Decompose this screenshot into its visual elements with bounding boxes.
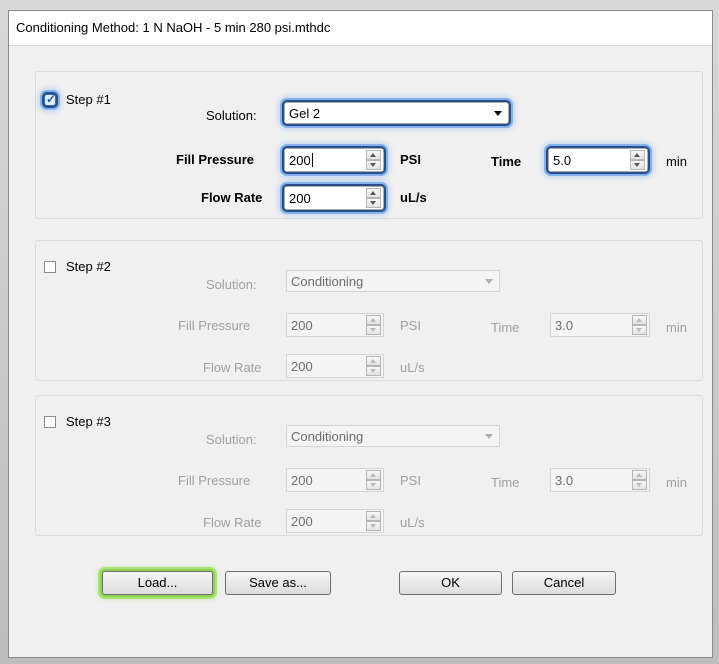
window-title: Conditioning Method: 1 N NaOH - 5 min 28… (16, 20, 331, 35)
step-2-flow-rate-input[interactable]: 200 (286, 354, 384, 378)
step-3-checkbox[interactable] (44, 416, 56, 428)
step-3-flow-rate-input[interactable]: 200 (286, 509, 384, 533)
step-1-time-input[interactable]: 5.0 (548, 148, 648, 172)
pressure-unit: PSI (400, 152, 421, 167)
flow-unit: uL/s (400, 515, 425, 530)
pressure-unit: PSI (400, 318, 421, 333)
load-button[interactable]: Load... (102, 571, 213, 595)
spin-down-icon[interactable] (366, 160, 381, 170)
ok-button[interactable]: OK (399, 571, 502, 595)
time-unit: min (666, 154, 687, 169)
save-as-button[interactable]: Save as... (225, 571, 331, 595)
solution-value: Gel 2 (289, 106, 321, 121)
chevron-down-icon (485, 279, 493, 284)
flow-rate-label: Flow Rate (203, 360, 262, 375)
solution-value: Conditioning (291, 429, 364, 444)
step-2-group: Step #2 Solution: Conditioning Fill Pres… (35, 240, 703, 381)
title-bar: Conditioning Method: 1 N NaOH - 5 min 28… (9, 11, 712, 46)
step-3-group: Step #3 Solution: Conditioning Fill Pres… (35, 395, 703, 536)
fill-pressure-value: 200 (291, 473, 313, 488)
flow-rate-label: Flow Rate (203, 515, 262, 530)
pressure-unit: PSI (400, 473, 421, 488)
solution-label: Solution: (206, 277, 257, 292)
step-2-fill-pressure-input[interactable]: 200 (286, 313, 384, 337)
flow-rate-label: Flow Rate (201, 190, 263, 205)
step-1-flow-rate-input[interactable]: 200 (284, 186, 384, 210)
spin-down-icon[interactable] (366, 521, 381, 531)
step-2-label: Step #2 (66, 259, 111, 274)
spin-down-icon[interactable] (630, 160, 645, 170)
step-3-label: Step #3 (66, 414, 111, 429)
checkmark-icon: ✓ (46, 92, 57, 106)
spin-buttons[interactable] (630, 150, 645, 170)
time-unit: min (666, 320, 687, 335)
time-value: 3.0 (555, 473, 574, 488)
time-label: Time (491, 475, 520, 490)
flow-rate-value: 200 (291, 514, 313, 529)
spin-buttons[interactable] (366, 356, 381, 376)
spin-buttons[interactable] (632, 315, 647, 335)
spin-buttons[interactable] (366, 470, 381, 490)
spin-buttons[interactable] (366, 150, 381, 170)
chevron-down-icon (494, 111, 502, 116)
solution-value: Conditioning (291, 274, 364, 289)
step-1-label: Step #1 (66, 92, 111, 107)
flow-rate-value: 200 (291, 359, 313, 374)
chevron-down-icon (485, 434, 493, 439)
step-3-time-input[interactable]: 3.0 (550, 468, 650, 492)
spin-buttons[interactable] (366, 315, 381, 335)
spin-up-icon[interactable] (366, 315, 381, 325)
spin-up-icon[interactable] (366, 188, 381, 198)
conditioning-method-dialog: Conditioning Method: 1 N NaOH - 5 min 28… (8, 10, 713, 658)
spin-up-icon[interactable] (630, 150, 645, 160)
step-2-checkbox[interactable] (44, 261, 56, 273)
spin-down-icon[interactable] (366, 366, 381, 376)
step-3-solution-select[interactable]: Conditioning (286, 425, 500, 447)
time-unit: min (666, 475, 687, 490)
step-1-checkbox[interactable]: ✓ (44, 92, 57, 106)
solution-label: Solution: (206, 432, 257, 447)
fill-pressure-label: Fill Pressure (178, 318, 251, 333)
spin-down-icon[interactable] (366, 198, 381, 208)
fill-pressure-value: 200 (291, 318, 313, 333)
spin-up-icon[interactable] (632, 470, 647, 480)
flow-unit: uL/s (400, 190, 427, 205)
time-value: 5.0 (553, 153, 572, 168)
spin-down-icon[interactable] (366, 325, 381, 335)
flow-rate-value: 200 (289, 191, 311, 206)
cancel-button[interactable]: Cancel (512, 571, 616, 595)
spin-up-icon[interactable] (366, 356, 381, 366)
step-2-solution-select[interactable]: Conditioning (286, 270, 500, 292)
spin-down-icon[interactable] (632, 325, 647, 335)
spin-up-icon[interactable] (366, 470, 381, 480)
fill-pressure-label: Fill Pressure (176, 152, 255, 167)
spin-buttons[interactable] (632, 470, 647, 490)
flow-unit: uL/s (400, 360, 425, 375)
spin-buttons[interactable] (366, 188, 381, 208)
spin-up-icon[interactable] (632, 315, 647, 325)
fill-pressure-label: Fill Pressure (178, 473, 251, 488)
time-label: Time (491, 320, 520, 335)
fill-pressure-value: 200 (289, 153, 313, 168)
spin-up-icon[interactable] (366, 150, 381, 160)
text-caret (311, 153, 313, 167)
time-label: Time (491, 154, 522, 169)
time-value: 3.0 (555, 318, 574, 333)
step-3-fill-pressure-input[interactable]: 200 (286, 468, 384, 492)
spin-down-icon[interactable] (632, 480, 647, 490)
step-2-time-input[interactable]: 3.0 (550, 313, 650, 337)
step-1-group: ✓ Step #1 Solution: Gel 2 Fill Pressure … (35, 71, 703, 219)
spin-up-icon[interactable] (366, 511, 381, 521)
step-1-solution-select[interactable]: Gel 2 (284, 102, 509, 124)
step-1-fill-pressure-input[interactable]: 200 (284, 148, 384, 172)
spin-down-icon[interactable] (366, 480, 381, 490)
spin-buttons[interactable] (366, 511, 381, 531)
solution-label: Solution: (206, 108, 257, 123)
